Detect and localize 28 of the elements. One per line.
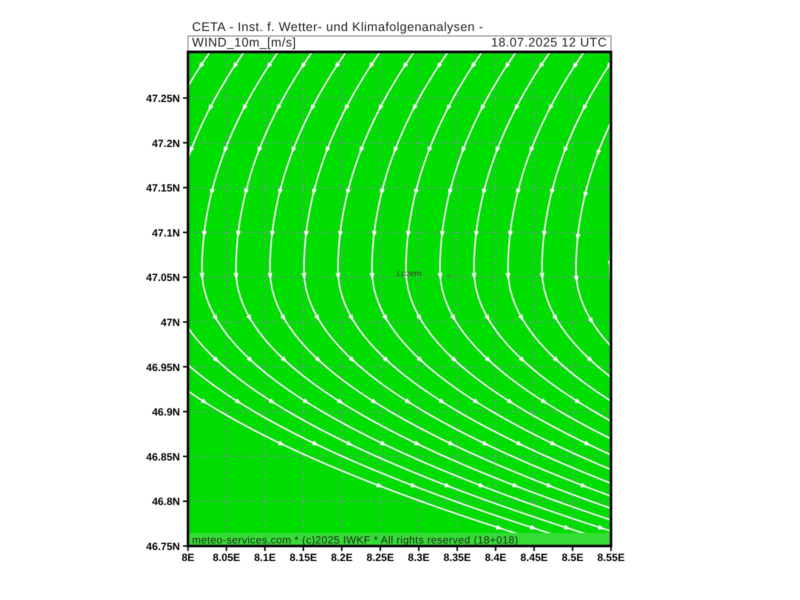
latitude-label: 47N: [160, 317, 180, 329]
field-label: WIND_10m_[m/s]: [192, 36, 296, 50]
longitude-label: 8.3E: [408, 552, 430, 564]
latitude-label: 47.15N: [146, 182, 180, 195]
latitude-label: 46.95N: [146, 362, 180, 374]
latitude-label: 47.2N: [152, 138, 180, 150]
longitude-label: 8.4E: [484, 552, 506, 564]
chart-title: CETA - Inst. f. Wetter- und Klimafolgenanalysen -: [192, 20, 484, 34]
longitude-label: 8.05E: [212, 552, 240, 564]
longitude-label: 8.2E: [331, 552, 353, 564]
copyright-text: meteo-services.com * (c)2025 IWKF * All rights reserved (18+018): [192, 534, 518, 546]
longitude-label: 8.5E: [562, 552, 584, 564]
longitude-label: 8.25E: [366, 552, 394, 564]
latitude-label: 46.8N: [152, 496, 180, 508]
longitude-label: 8.15E: [290, 552, 318, 564]
city-marker-icon: [447, 274, 451, 278]
latitude-label: 47.1N: [152, 227, 180, 240]
longitude-label: 8.1E: [254, 552, 276, 564]
longitude-label: 8E: [182, 552, 194, 564]
longitude-label: 8.55E: [597, 552, 625, 564]
latitude-label: 47.05N: [146, 272, 180, 284]
latitude-label: 46.85N: [146, 451, 180, 464]
latitude-label: 47.25N: [146, 93, 180, 105]
valid-time: 18.07.2025 12 UTC: [491, 36, 607, 50]
longitude-label: 8.35E: [443, 552, 471, 564]
latitude-label: 46.9N: [152, 406, 180, 419]
latitude-label: 46.75N: [146, 541, 180, 553]
longitude-label: 8.45E: [520, 552, 548, 564]
